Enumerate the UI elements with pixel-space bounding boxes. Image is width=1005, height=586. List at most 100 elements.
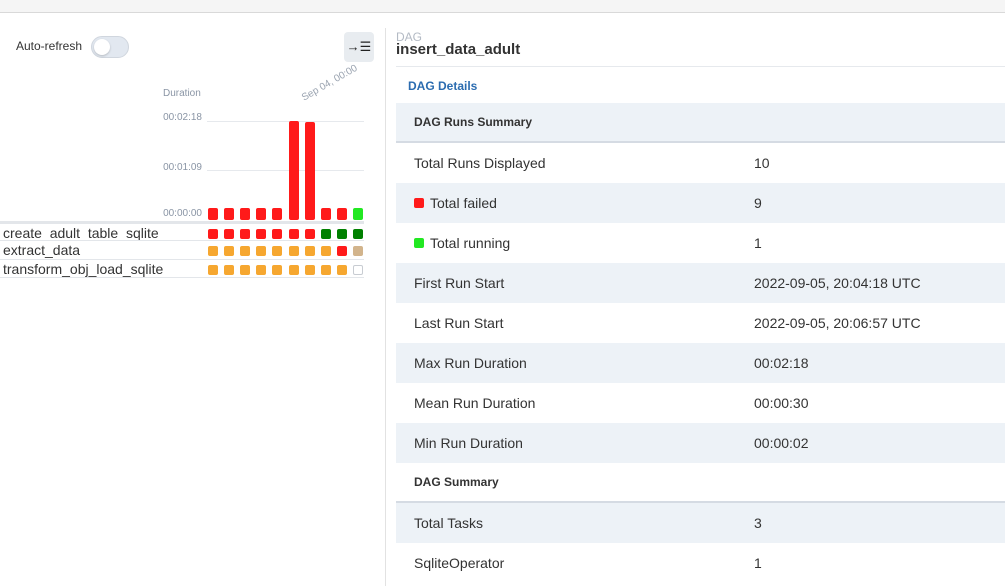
detail-key: SqliteOperator [414,555,504,571]
section-header-row: DAG Summary [396,463,1005,503]
task-row[interactable]: create_adult_table_sqlite [0,221,364,241]
detail-value: 2022-09-05, 20:06:57 UTC [754,315,921,331]
task-instance-cell[interactable] [320,265,331,275]
task-instance-cell[interactable] [304,265,315,275]
run-duration-bar[interactable] [224,208,235,220]
detail-row: Total running 1 [396,223,1005,263]
detail-row: Total Runs Displayed 10 [396,143,1005,183]
task-instance-cell[interactable] [304,229,315,239]
detail-key: Last Run Start [414,315,504,331]
detail-key-text: Total Tasks [414,515,483,531]
task-instance-cell[interactable] [320,229,331,239]
run-duration-bar[interactable] [208,208,218,220]
task-instance-cell[interactable] [256,265,267,275]
detail-value: 1 [754,235,762,251]
auto-refresh-label: Auto-refresh [16,39,83,53]
collapse-right-icon: →☰ [346,39,372,54]
dag-details-table: DAG Runs Summary Total Runs Displayed 10 To… [396,103,1005,583]
y-tick-max: 00:02:18 [163,112,202,123]
chart-date-label: Sep 04, 00:00 [300,62,360,104]
task-row[interactable]: transform_obj_load_sqlite [0,259,364,278]
detail-row: Total failed 9 [396,183,1005,223]
detail-row: First Run Start 2022-09-05, 20:04:18 UTC [396,263,1005,303]
task-instance-cell[interactable] [240,265,251,275]
task-instance-cell[interactable] [272,265,283,275]
task-row[interactable]: extract_data [0,240,364,259]
section-header: DAG Summary [414,475,499,489]
task-instance-cell[interactable] [208,229,218,239]
task-instance-cell[interactable] [256,246,267,256]
detail-key: Mean Run Duration [414,395,535,411]
task-instance-cell[interactable] [352,265,363,275]
detail-key-text: Total failed [430,195,497,211]
panel-divider[interactable] [385,28,386,586]
collapse-details-button[interactable]: →☰ [344,32,374,62]
dag-details-link[interactable]: DAG Details [408,79,477,93]
section-header: DAG Runs Summary [414,115,533,129]
detail-key-text: Total Runs Displayed [414,155,546,171]
task-name[interactable]: transform_obj_load_sqlite [3,261,163,277]
task-instance-cell[interactable] [240,229,251,239]
task-instance-cell[interactable] [288,229,299,239]
detail-row: Min Run Duration 00:00:02 [396,423,1005,463]
detail-key: Total Runs Displayed [414,155,546,171]
task-instance-cell[interactable] [240,246,251,256]
y-tick-mid: 00:01:09 [163,162,202,173]
y-tick-zero: 00:00:00 [163,208,202,219]
task-instance-cell[interactable] [224,229,235,239]
task-instance-cell[interactable] [352,246,363,256]
detail-key-text: Mean Run Duration [414,395,536,411]
detail-key: Max Run Duration [414,355,527,371]
detail-row: Mean Run Duration 00:00:30 [396,383,1005,423]
run-duration-bar[interactable] [256,208,267,220]
task-instance-cell[interactable] [336,246,347,256]
section-header-row: DAG Runs Summary [396,103,1005,143]
detail-row: Last Run Start 2022-09-05, 20:06:57 UTC [396,303,1005,343]
detail-key: Total Tasks [414,515,483,531]
detail-value: 00:00:30 [754,395,809,411]
detail-value: 00:02:18 [754,355,809,371]
gridline [207,121,364,122]
task-instance-cell[interactable] [272,229,283,239]
task-instance-cell[interactable] [304,246,315,256]
task-instance-cell[interactable] [208,265,218,275]
run-duration-bar[interactable] [352,208,363,220]
task-instance-cell[interactable] [224,246,235,256]
detail-value: 3 [754,515,762,531]
task-instance-cell[interactable] [288,246,299,256]
detail-row: Max Run Duration 00:02:18 [396,343,1005,383]
gridline [207,170,364,171]
task-instance-cell[interactable] [272,246,283,256]
task-instance-cell[interactable] [352,229,363,239]
detail-key: Total failed [414,195,497,211]
task-instance-cell[interactable] [288,265,299,275]
detail-row: Total Tasks 3 [396,503,1005,543]
task-instance-cell[interactable] [336,229,347,239]
run-duration-bar[interactable] [320,208,331,220]
run-duration-bar[interactable] [288,121,299,220]
status-swatch-icon [414,198,424,208]
run-duration-bar[interactable] [304,122,315,220]
detail-key-text: Min Run Duration [414,435,523,451]
status-swatch-icon [414,238,424,248]
task-instance-cell[interactable] [256,229,267,239]
title-divider [396,66,1005,67]
detail-value: 9 [754,195,762,211]
task-instance-cell[interactable] [224,265,235,275]
task-list: create_adult_table_sqlite extract_datatra… [0,221,364,278]
run-duration-bar[interactable] [336,208,347,220]
top-bar [0,0,1005,13]
detail-row: SqliteOperator 1 [396,543,1005,583]
task-instance-cell[interactable] [320,246,331,256]
detail-key-text: SqliteOperator [414,555,505,571]
auto-refresh-toggle[interactable] [91,36,129,58]
grid-panel: Auto-refresh →☰ Duration Sep 04, 00:00 0… [0,14,385,586]
task-name[interactable]: create_adult_table_sqlite [3,225,159,241]
run-duration-bar[interactable] [272,208,283,220]
task-instance-cell[interactable] [208,246,218,256]
task-instance-cell[interactable] [336,265,347,275]
task-name[interactable]: extract_data [3,242,80,258]
detail-value: 1 [754,555,762,571]
detail-key-text: Total running [430,235,511,251]
run-duration-bar[interactable] [240,208,251,220]
